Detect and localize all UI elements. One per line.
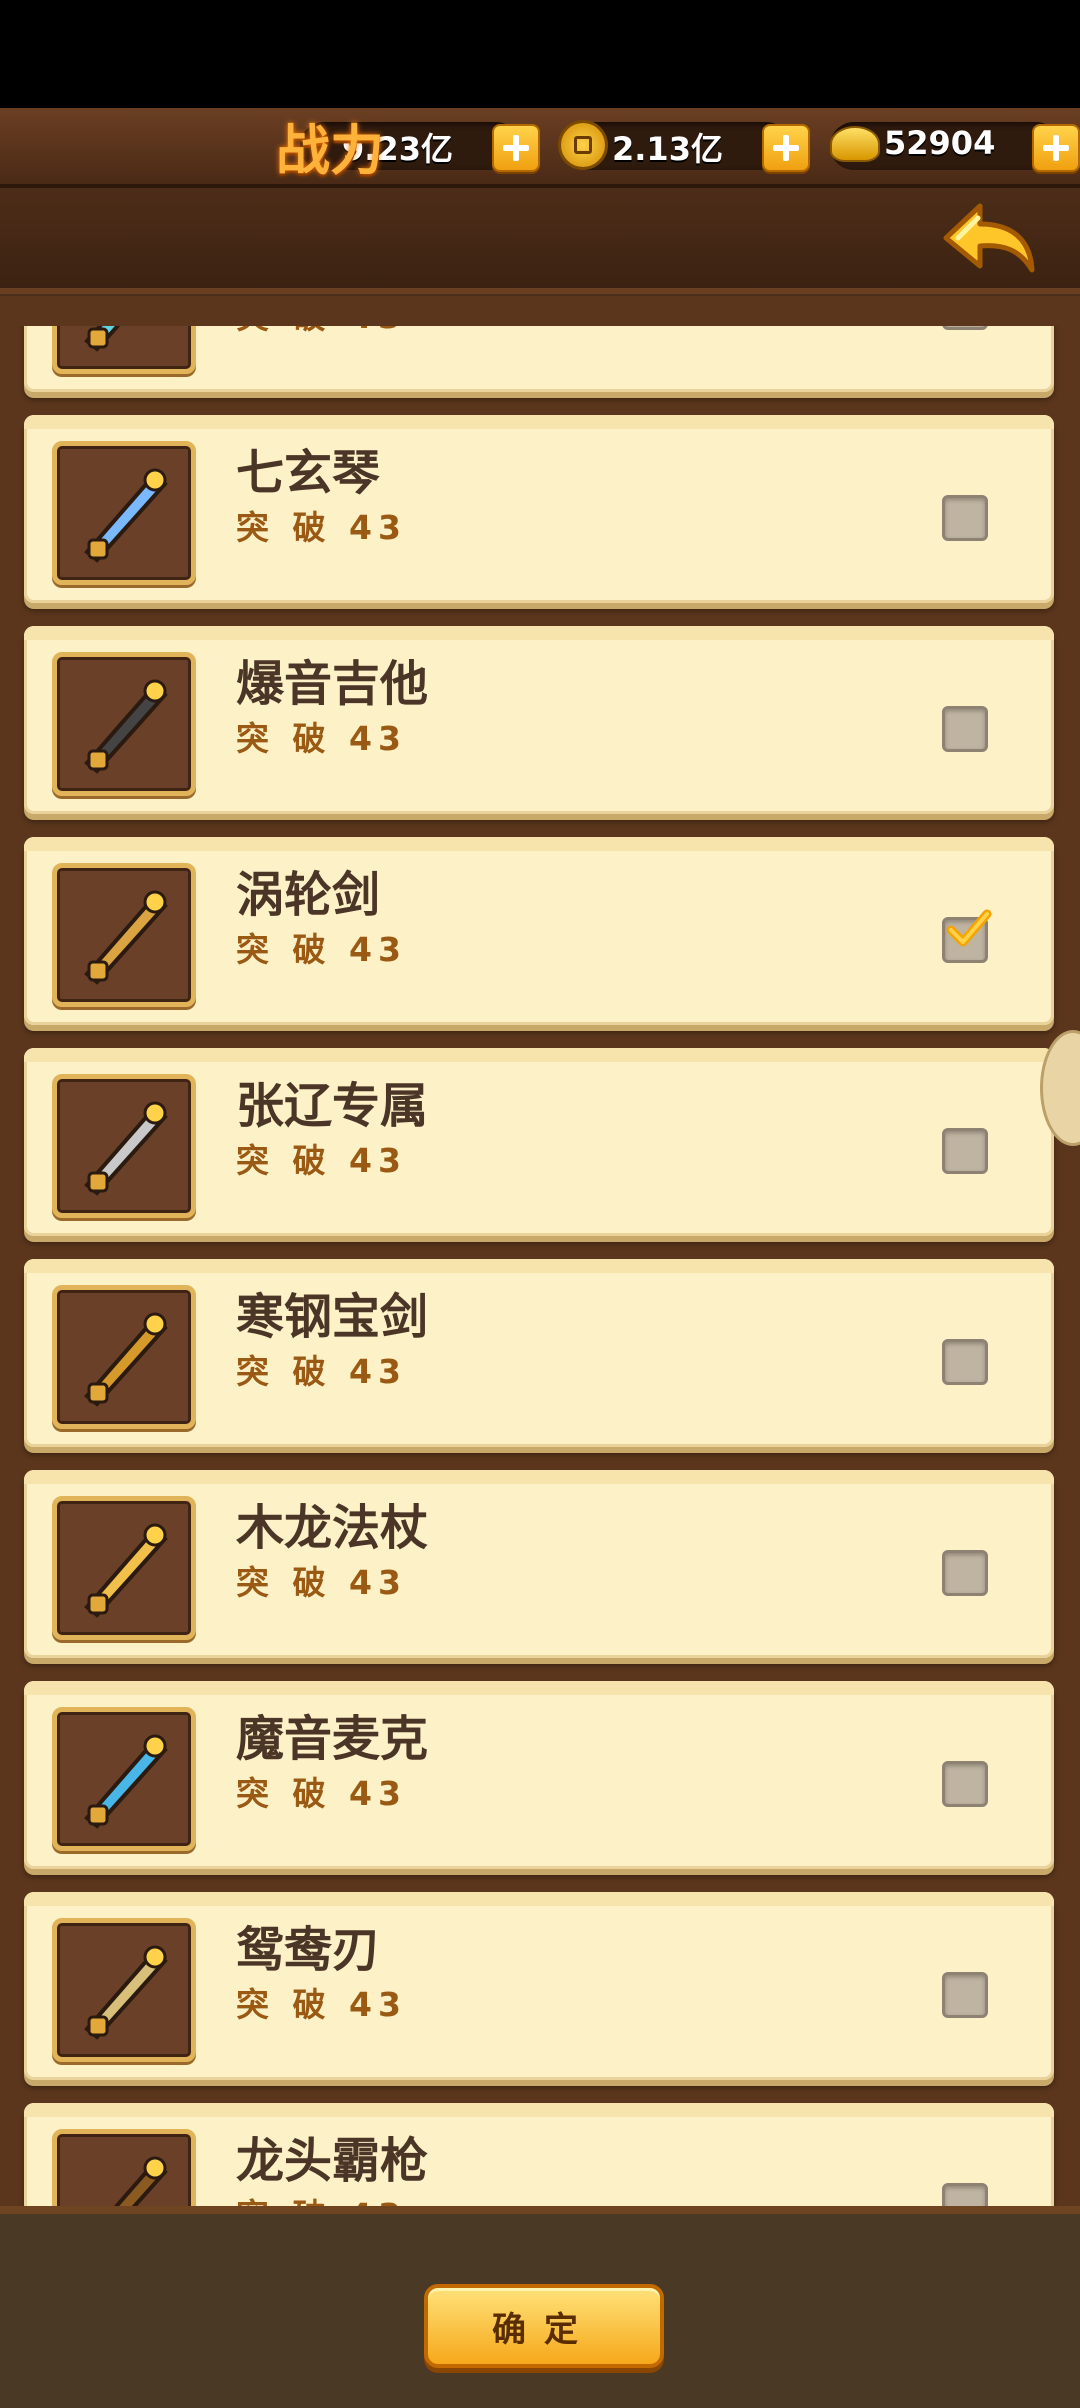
item-thumbnail [52,326,196,374]
power-plus-button[interactable] [492,124,540,172]
item-checkbox[interactable] [942,495,988,541]
item-breakthrough-level: 突 破 43 [236,1352,407,1391]
item-breakthrough-level: 突 破 43 [236,508,407,547]
item-checkbox[interactable] [942,706,988,752]
item-checkbox[interactable] [942,1550,988,1596]
item-breakthrough-level: 突 破 43 [236,1774,407,1813]
back-arrow-icon [943,203,1035,273]
item-name: 七玄琴 [236,445,381,501]
ingots-value: 52904 [884,124,996,162]
confirm-button[interactable]: 确定 [424,2284,664,2368]
item-icon [84,468,168,563]
item-checkbox[interactable] [942,1339,988,1385]
item-icon [84,1523,168,1618]
list-item[interactable]: 龙头霸枪突 破 43 [24,2103,1054,2206]
resource-bar: 9.23亿 2.13亿 52904 [0,108,1080,188]
list-item[interactable]: 魔音麦克突 破 43 [24,1681,1054,1869]
coin-icon [558,120,608,170]
item-thumbnail [52,441,196,585]
item-checkbox[interactable] [942,2183,988,2206]
item-name: 涡轮剑 [236,867,381,923]
item-checkbox[interactable] [942,1972,988,2018]
ingot-icon [830,126,880,162]
item-breakthrough-level: 突 破 43 [236,719,407,758]
item-breakthrough-level: 突 破 43 [236,1985,407,2024]
item-thumbnail [52,652,196,796]
item-thumbnail [52,1918,196,2062]
list-item[interactable]: 七玄琴突 破 43 [24,415,1054,603]
status-strip [0,0,1080,108]
item-name: 寒钢宝剑 [236,1289,429,1345]
item-thumbnail [52,1285,196,1429]
coins-plus-button[interactable] [762,124,810,172]
list-item[interactable]: 寒钢宝剑突 破 43 [24,1259,1054,1447]
item-name: 爆音吉他 [236,656,429,712]
item-checkbox[interactable] [942,1761,988,1807]
list-item[interactable]: 皇乡铁盔突 破 43 [24,326,1054,392]
item-icon [84,1312,168,1407]
item-name: 木龙法杖 [236,1500,429,1556]
item-thumbnail [52,863,196,1007]
coins-value: 2.13亿 [612,130,723,168]
header-band [0,188,1080,294]
back-button[interactable] [938,198,1038,284]
item-thumbnail [52,2129,196,2206]
item-breakthrough-level: 突 破 43 [236,1141,407,1180]
item-name: 张辽专属 [236,1078,429,1134]
list-item[interactable]: 张辽专属突 破 43 [24,1048,1054,1236]
item-checkbox[interactable] [942,1128,988,1174]
item-checkbox[interactable] [942,909,992,963]
item-icon [113,2156,168,2206]
item-checkbox[interactable] [942,326,988,330]
item-breakthrough-level: 突 破 43 [236,930,407,969]
list-item[interactable]: 木龙法杖突 破 43 [24,1470,1054,1658]
power-label: 战力 [276,118,384,182]
list-item[interactable]: 爆音吉他突 破 43 [24,626,1054,814]
list-item[interactable]: 鸳鸯刃突 破 43 [24,1892,1054,2080]
item-breakthrough-level: 突 破 43 [236,326,407,338]
checkmark-icon [946,909,992,947]
list-item[interactable]: 涡轮剑突 破 43 [24,837,1054,1025]
item-thumbnail [52,1707,196,1851]
item-icon [84,1945,168,2040]
item-icon [84,890,168,985]
item-name: 魔音麦克 [236,1711,429,1767]
ingots-plus-button[interactable] [1032,124,1080,172]
item-name: 鸳鸯刃 [236,1922,381,1978]
item-icon [84,326,121,352]
item-icon [84,1734,168,1829]
item-breakthrough-level: 突 破 43 [236,1563,407,1602]
item-icon [84,1101,168,1196]
item-name: 龙头霸枪 [236,2133,429,2189]
item-list[interactable]: 皇乡铁盔突 破 43七玄琴突 破 43爆音吉他突 破 43涡轮剑突 破 43张辽… [0,326,1080,2206]
item-thumbnail [52,1074,196,1218]
item-breakthrough-level: 突 破 43 [236,2189,407,2206]
item-thumbnail [52,1496,196,1640]
item-icon [84,679,168,774]
